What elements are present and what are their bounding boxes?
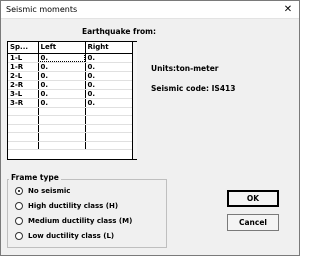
cell-left[interactable]: 0. <box>38 62 86 72</box>
frame-type-legend: Frame type <box>9 173 61 182</box>
radio-low-ductility[interactable]: Low ductility class (L) <box>15 232 114 240</box>
cell-left[interactable]: 0. <box>38 80 86 90</box>
cell-right[interactable]: 0. <box>85 80 133 90</box>
radio-button-icon[interactable] <box>15 232 23 240</box>
cell-right[interactable]: 0. <box>85 62 133 72</box>
cell-span[interactable] <box>8 115 39 125</box>
table-row[interactable]: 3-L 0. 0. <box>8 89 133 99</box>
table-row[interactable]: 2-R 0. 0. <box>8 80 133 90</box>
cell-left[interactable] <box>38 107 86 116</box>
cell-span[interactable] <box>8 124 39 133</box>
cell-span[interactable]: 2-L <box>8 71 39 81</box>
cell-span[interactable]: 1-L <box>8 53 39 63</box>
cell-right[interactable] <box>85 132 133 142</box>
cell-right[interactable]: 0. <box>85 98 133 108</box>
table-row[interactable]: 1-L 0. 0. <box>8 53 133 63</box>
cell-left[interactable] <box>38 115 86 125</box>
moments-table: Sp... Left Right 1-L 0. 0. 1-R 0. 0. 2-L 0. 0. 2-… <box>8 42 133 150</box>
table-row[interactable] <box>8 141 133 150</box>
radio-label: No seismic <box>28 187 71 195</box>
cell-left[interactable]: 0. <box>38 89 86 99</box>
close-icon[interactable]: ✕ <box>281 4 295 16</box>
cell-right[interactable]: 0. <box>85 53 133 63</box>
moments-grid[interactable]: Sp... Left Right 1-L 0. 0. 1-R 0. 0. 2-L 0. 0. 2-… <box>7 41 137 160</box>
cell-right[interactable] <box>85 107 133 116</box>
radio-medium-ductility[interactable]: Medium ductility class (M) <box>15 217 132 225</box>
radio-button-icon[interactable] <box>15 217 23 225</box>
table-row[interactable] <box>8 107 133 116</box>
cell-span[interactable]: 3-R <box>8 98 39 108</box>
radio-button-icon[interactable] <box>15 202 23 210</box>
cell-right[interactable] <box>85 124 133 133</box>
cell-span[interactable]: 2-R <box>8 80 39 90</box>
cell-span[interactable] <box>8 107 39 116</box>
cell-span[interactable] <box>8 141 39 150</box>
cell-right[interactable]: 0. <box>85 71 133 81</box>
radio-button-icon[interactable] <box>15 187 23 195</box>
earthquake-from-label: Earthquake from: <box>82 27 156 36</box>
cell-right[interactable]: 0. <box>85 89 133 99</box>
radio-label: High ductility class (H) <box>28 202 119 210</box>
vertical-scrollbar[interactable] <box>132 42 137 159</box>
units-label: Units:ton-meter <box>151 64 219 73</box>
cell-right[interactable] <box>85 141 133 150</box>
cell-left[interactable] <box>38 132 86 142</box>
title-bar: Seismic moments ✕ <box>1 1 299 19</box>
radio-label: Medium ductility class (M) <box>28 217 133 225</box>
cell-left[interactable] <box>38 124 86 133</box>
column-header-left[interactable]: Left <box>38 42 86 54</box>
table-header-row: Sp... Left Right <box>8 42 133 54</box>
cell-span[interactable] <box>8 132 39 142</box>
radio-high-ductility[interactable]: High ductility class (H) <box>15 202 118 210</box>
cell-span[interactable]: 3-L <box>8 89 39 99</box>
column-header-right[interactable]: Right <box>85 42 133 54</box>
table-row[interactable] <box>8 132 133 142</box>
window-title: Seismic moments <box>6 5 78 14</box>
radio-no-seismic[interactable]: No seismic <box>15 187 70 195</box>
cell-left[interactable]: 0. <box>38 98 86 108</box>
cell-left[interactable] <box>38 141 86 150</box>
table-row[interactable] <box>8 124 133 133</box>
table-row[interactable]: 2-L 0. 0. <box>8 71 133 81</box>
table-row[interactable]: 3-R 0. 0. <box>8 98 133 108</box>
seismic-code-label: Seismic code: IS413 <box>151 84 236 93</box>
column-header-span[interactable]: Sp... <box>8 42 39 54</box>
cancel-button[interactable]: Cancel <box>227 214 279 231</box>
seismic-moments-dialog: Seismic moments ✕ Earthquake from: Sp...… <box>0 0 300 256</box>
cell-span[interactable]: 1-R <box>8 62 39 72</box>
cell-right[interactable] <box>85 115 133 125</box>
table-row[interactable]: 1-R 0. 0. <box>8 62 133 72</box>
radio-label: Low ductility class (L) <box>28 232 115 240</box>
cell-left[interactable]: 0. <box>38 53 86 63</box>
table-row[interactable] <box>8 115 133 125</box>
ok-button[interactable]: OK <box>227 190 279 207</box>
cell-left[interactable]: 0. <box>38 71 86 81</box>
